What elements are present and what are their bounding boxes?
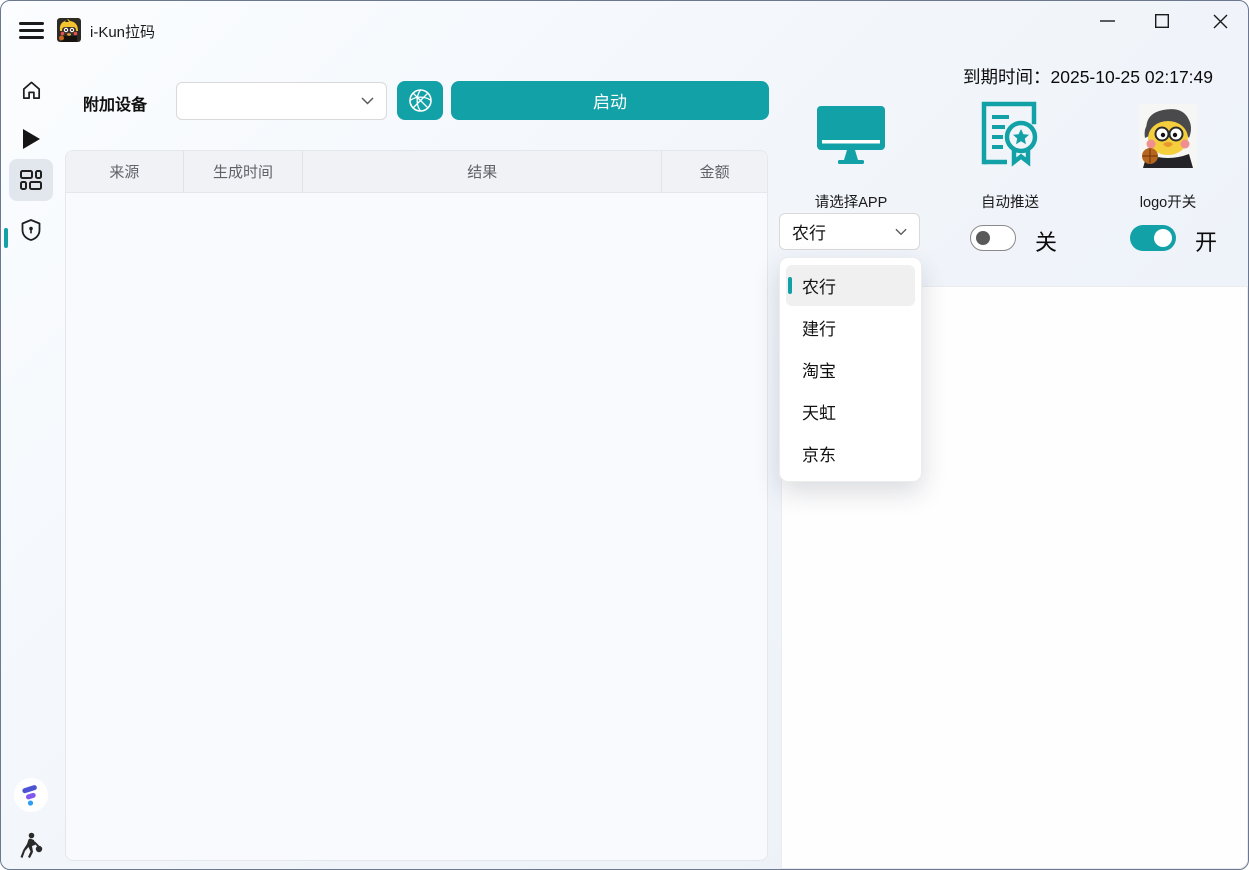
app-option-label: 农行	[802, 273, 836, 298]
results-table: 来源 生成时间 结果 金额	[65, 150, 768, 861]
column-header-label: 金额	[700, 161, 730, 182]
sidebar-item-run[interactable]	[9, 118, 53, 160]
chevron-down-icon	[361, 97, 374, 105]
table-column-header[interactable]: 结果	[303, 151, 662, 192]
logo-switch-toggle[interactable]	[1130, 225, 1176, 251]
column-header-label: 生成时间	[213, 161, 273, 182]
home-icon	[20, 79, 43, 102]
close-button[interactable]	[1197, 4, 1243, 38]
table-column-header[interactable]: 生成时间	[184, 151, 304, 192]
auto-push-toggle[interactable]	[970, 225, 1016, 251]
app-option[interactable]: 天虹	[786, 391, 915, 432]
app-option-label: 淘宝	[802, 357, 836, 382]
table-column-header[interactable]: 来源	[66, 151, 184, 192]
sidebar-item-security[interactable]	[9, 209, 53, 251]
app-select-label: 请选择APP	[781, 191, 921, 212]
app-options-list: 农行 建行 淘宝 天虹 京东	[779, 257, 922, 482]
app-option[interactable]: 淘宝	[786, 349, 915, 390]
attached-device-select[interactable]	[176, 82, 387, 120]
hamburger-menu-icon[interactable]	[18, 20, 45, 41]
minimize-button[interactable]	[1084, 4, 1130, 38]
logo-switch-state: 开	[1195, 225, 1217, 257]
dashboard-grid-icon	[19, 169, 43, 191]
app-window: i-Kun拉码	[0, 0, 1249, 870]
column-header-label: 来源	[109, 161, 139, 182]
app-option-label: 建行	[802, 315, 836, 340]
auto-push-state: 关	[1035, 225, 1057, 257]
chevron-down-icon	[895, 228, 907, 236]
column-header-label: 结果	[467, 161, 497, 182]
shield-lock-icon	[20, 218, 42, 242]
logo-switch-label: logo开关	[1098, 191, 1238, 212]
expiry-label: 到期时间：	[963, 67, 1051, 87]
logo-avatar-image	[1139, 104, 1197, 168]
basketball-icon	[408, 88, 433, 113]
app-select-value: 农行	[792, 219, 895, 244]
basketball-player-icon	[18, 832, 44, 860]
attached-device-label: 附加设备	[83, 91, 147, 115]
selected-option-marker	[788, 277, 792, 294]
toggle-knob	[1154, 229, 1172, 247]
app-option-label: 天虹	[802, 399, 836, 424]
start-button[interactable]: 启动	[451, 81, 769, 120]
maximize-button[interactable]	[1139, 4, 1185, 38]
sidebar	[1, 59, 63, 869]
sidebar-item-flow[interactable]	[9, 774, 53, 816]
app-option[interactable]: 京东	[786, 433, 915, 474]
play-icon	[20, 127, 42, 151]
certificate-icon	[979, 100, 1043, 168]
app-select[interactable]: 农行	[779, 213, 920, 250]
app-option-label: 京东	[802, 441, 836, 466]
sidebar-item-home[interactable]	[9, 69, 53, 111]
app-title: i-Kun拉码	[90, 21, 155, 42]
table-column-header[interactable]: 金额	[662, 151, 767, 192]
basketball-button[interactable]	[397, 81, 443, 120]
monitor-icon	[814, 104, 888, 166]
expiry-value: 2025-10-25 02:17:49	[1051, 67, 1214, 87]
sidebar-active-indicator	[4, 228, 8, 248]
toggle-knob	[976, 231, 990, 245]
sidebar-item-player[interactable]	[9, 825, 53, 867]
app-logo-icon	[57, 18, 81, 42]
expiry-time: 到期时间：2025-10-25 02:17:49	[963, 64, 1213, 89]
titlebar: i-Kun拉码	[1, 1, 1248, 59]
flow-logo-icon	[13, 777, 49, 813]
table-header-row: 来源 生成时间 结果 金额	[66, 151, 767, 193]
auto-push-label: 自动推送	[940, 191, 1080, 212]
app-option[interactable]: 建行	[786, 307, 915, 348]
app-option[interactable]: 农行	[786, 265, 915, 306]
sidebar-item-dashboard[interactable]	[9, 159, 53, 201]
